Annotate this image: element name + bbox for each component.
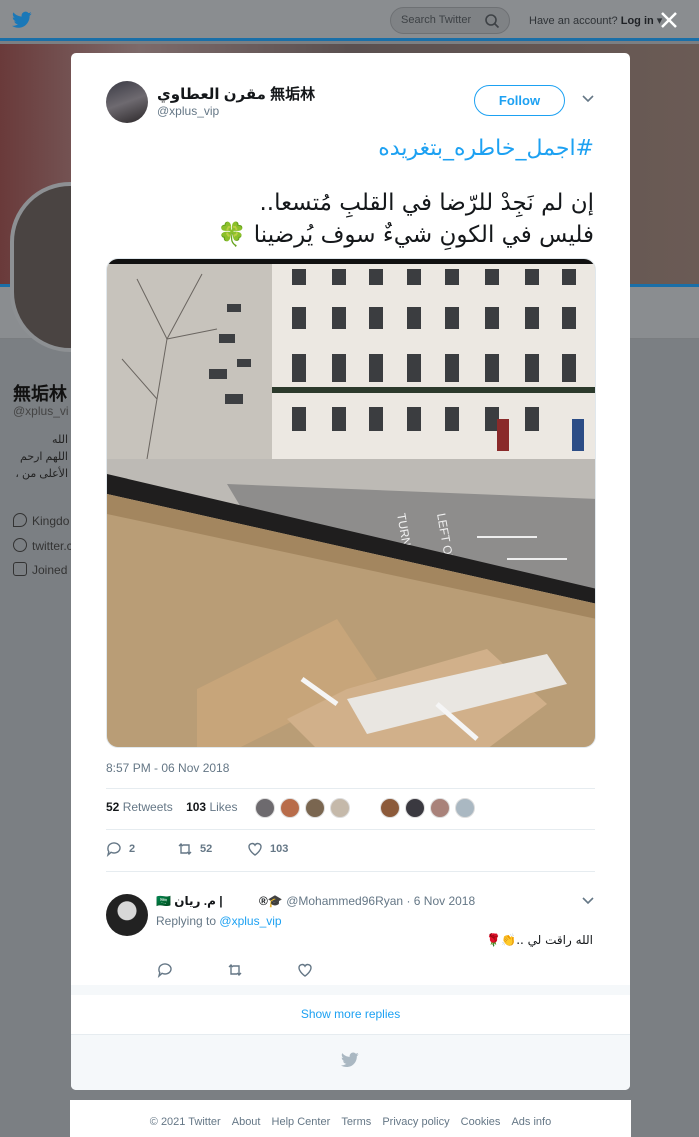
retweets-label[interactable]: Retweets [123, 800, 173, 814]
photo-illustration: TURN AHEAD LEFT ONLY [107, 259, 595, 747]
likes-label[interactable]: Likes [209, 800, 237, 814]
footer-link-help-center[interactable]: Help Center [272, 1116, 331, 1128]
replying-to-link[interactable]: @xplus_vip [219, 914, 281, 928]
retweet-icon[interactable] [177, 841, 193, 857]
retweets-count[interactable]: 52 [106, 800, 119, 814]
reply-date[interactable]: · 6 Nov 2018 [406, 894, 475, 908]
show-more-replies-button[interactable]: Show more replies [71, 995, 630, 1035]
location-icon [13, 513, 27, 527]
profile-website: twitter.c [13, 538, 73, 553]
replying-to: Replying to @xplus_vip [156, 914, 282, 928]
profile-joined: Joined [13, 562, 67, 577]
tweet-line: إن لم نَجِدْ للرّضا في القلبِ مُتسعا.. [259, 190, 594, 216]
tweet-timestamp[interactable]: 8:57 PM - 06 Nov 2018 [106, 761, 229, 775]
reply-count: 2 [129, 843, 136, 855]
calendar-icon [13, 562, 27, 576]
reply-author-avatar[interactable] [106, 894, 148, 936]
engagement-stats: 52 Retweets 103 Likes [106, 800, 237, 814]
liker-avatar[interactable] [430, 798, 450, 818]
chevron-down-icon[interactable] [582, 897, 594, 905]
footer-link-terms[interactable]: Terms [341, 1116, 371, 1128]
author-handle[interactable]: @xplus_vip [157, 104, 219, 118]
bio-line: الله [52, 434, 68, 446]
close-icon[interactable] [658, 9, 680, 31]
replying-prefix: Replying to [156, 914, 217, 928]
reply-header: 🇸🇦 م. ريان | ᅠᅠᅠ®🎓 @Mohammed96Ryan · 6 N… [156, 892, 475, 909]
profile-handle: @xplus_vi [13, 404, 69, 418]
heart-icon[interactable] [297, 962, 313, 978]
heart-icon[interactable] [247, 841, 263, 857]
reply-button[interactable]: 2 [106, 841, 135, 857]
reply-icon[interactable] [157, 962, 173, 978]
login-link[interactable]: Log in [621, 15, 654, 27]
divider [106, 829, 595, 830]
reply-actions [157, 962, 357, 978]
login-prompt: Have an account? Log in ▾ [529, 14, 662, 27]
twitter-bird-icon [341, 1052, 359, 1067]
liker-avatar[interactable] [380, 798, 400, 818]
author-name[interactable]: مقرن العطاوي 無垢林 [157, 83, 315, 104]
top-navigation-bar: Search Twitter Have an account? Log in ▾ [0, 0, 699, 41]
hashtag-link[interactable]: #اجمل_خاطره_بتغريده [94, 133, 594, 165]
likes-count[interactable]: 103 [186, 800, 206, 814]
profile-location: Kingdo [13, 513, 69, 528]
profile-name: 無垢林 [13, 384, 67, 404]
replies-separator [71, 985, 630, 995]
reply-text: الله راقت لي ..👏🌹 [486, 933, 593, 947]
bio-line: اللهم ارحم [20, 451, 68, 463]
reply-icon[interactable] [106, 841, 122, 857]
liker-avatar[interactable] [455, 798, 475, 818]
account-prompt-text: Have an account? [529, 15, 618, 27]
liker-avatar[interactable] [255, 798, 275, 818]
joined-text: Joined [32, 563, 68, 577]
bio-line: ، الأعلى من [15, 468, 68, 480]
tweet-text: #اجمل_خاطره_بتغريده إن لم نَجِدْ للرّضا … [94, 133, 594, 251]
chevron-down-icon[interactable] [582, 95, 594, 103]
copyright: © 2021 Twitter [149, 1116, 221, 1128]
search-icon[interactable] [484, 13, 500, 29]
footer-link-privacy[interactable]: Privacy policy [382, 1116, 449, 1128]
liker-avatar[interactable] [405, 798, 425, 818]
liker-avatar[interactable] [305, 798, 325, 818]
search-input[interactable]: Search Twitter [390, 7, 510, 34]
website-link[interactable]: twitter.c [32, 539, 73, 553]
follow-button[interactable]: Follow [474, 85, 565, 116]
liker-avatar[interactable] [280, 798, 300, 818]
profile-bio: الله اللهم ارحم ، الأعلى من [13, 432, 68, 483]
modal-footer [71, 1035, 630, 1090]
tweet-actions: 2 52 103 [106, 841, 406, 859]
retweet-count: 52 [200, 843, 213, 855]
link-icon [13, 538, 27, 552]
footer-link-about[interactable]: About [232, 1116, 261, 1128]
tweet-photo[interactable]: TURN AHEAD LEFT ONLY [106, 258, 596, 748]
twitter-bird-icon[interactable] [12, 11, 32, 29]
location-text: Kingdo [32, 514, 70, 528]
footer-link-cookies[interactable]: Cookies [461, 1116, 501, 1128]
reply-author-name[interactable]: 🇸🇦 م. ريان | ᅠᅠᅠ®🎓 [156, 894, 283, 908]
retweet-icon[interactable] [227, 962, 243, 978]
tweet-modal: مقرن العطاوي 無垢林 @xplus_vip Follow #اجمل… [71, 53, 630, 1090]
footer-link-ads-info[interactable]: Ads info [511, 1116, 551, 1128]
divider [106, 871, 595, 872]
reply-author-handle[interactable]: @Mohammed96Ryan [286, 894, 403, 908]
like-count: 103 [270, 843, 289, 855]
retweet-button[interactable]: 52 [177, 841, 212, 857]
tweet-line: فليس في الكونِ شيءٌ سوف يُرضينا 🍀 [217, 222, 594, 248]
like-button[interactable]: 103 [247, 841, 288, 857]
author-avatar[interactable] [106, 81, 148, 123]
divider [106, 788, 595, 789]
liker-avatar[interactable] [330, 798, 350, 818]
search-placeholder: Search Twitter [401, 14, 472, 26]
page-footer: © 2021 Twitter About Help Center Terms P… [70, 1100, 631, 1137]
